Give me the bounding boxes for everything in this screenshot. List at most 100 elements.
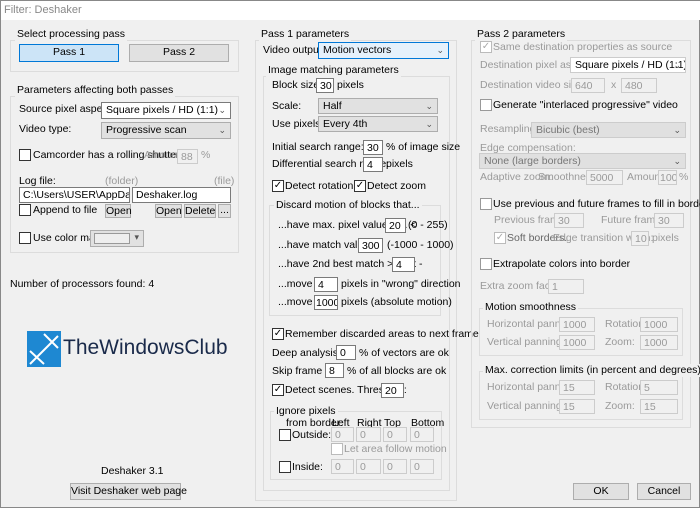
inside-left-input[interactable]: 0 [331,459,354,474]
use-pixels-label: Use pixels: [272,118,324,130]
inside-top-input[interactable]: 0 [383,459,407,474]
second-best-input[interactable]: 4 [392,257,415,272]
outside-checkbox[interactable] [279,429,291,441]
edge-comp-select[interactable]: None (large borders) ⌄ [479,153,686,169]
percent-label: % [201,149,211,161]
limit-v-pan-input[interactable]: 15 [559,399,595,414]
follow-motion-checkbox[interactable] [331,443,343,455]
rolling-shutter-checkbox[interactable] [19,149,31,161]
dest-width-input[interactable]: 640 [571,78,605,93]
color-mask-picker[interactable]: ▾ [90,230,144,247]
chevron-down-icon: ⌄ [218,105,226,115]
wrong-direction-unit: pixels in "wrong" direction [341,278,461,290]
scale-select[interactable]: Half ⌄ [318,98,438,114]
open-file-button[interactable]: Open [155,204,182,218]
open-folder-button[interactable]: Open [105,204,132,218]
inside-bottom-input[interactable]: 0 [410,459,434,474]
match-value-input[interactable]: 300 [358,238,383,253]
remember-checkbox[interactable]: ✓ [272,328,284,340]
detect-rotation-checkbox[interactable]: ✓ [272,180,284,192]
max-diff-input[interactable]: 20 [385,218,406,233]
deep-analysis-unit: % of vectors are ok [359,347,449,359]
scene-threshold-input[interactable]: 20 [381,383,404,398]
cancel-button[interactable]: Cancel [637,483,691,500]
v-pan-input[interactable]: 1000 [559,335,595,350]
limit-v-pan-label: Vertical panning: [487,400,565,412]
append-checkbox[interactable] [19,204,31,216]
block-size-unit: pixels [337,79,364,91]
dest-height-input[interactable]: 480 [621,78,657,93]
interlaced-checkbox[interactable] [480,99,492,111]
source-aspect-select[interactable]: Square pixels / HD (1:1) ⌄ [101,102,231,119]
limit-zoom-input[interactable]: 15 [640,399,678,414]
outside-bottom-input[interactable]: 0 [410,427,434,442]
use-prev-future-label: Use previous and future frames to fill i… [493,198,700,210]
use-prev-future-checkbox[interactable] [480,198,492,210]
thewindowsclub-logo: TheWindowsClub [27,331,237,367]
initial-search-input[interactable]: 30 [363,140,383,155]
motion-smoothness-label: Motion smoothness [483,301,579,314]
delete-button[interactable]: Delete [184,204,216,218]
skip-frame-input[interactable]: 8 [325,363,344,378]
visit-web-page-button[interactable]: Visit Deshaker web page [70,483,187,500]
pass1-button[interactable]: Pass 1 [19,44,119,62]
zoom-percent: % [679,171,689,183]
size-separator: x [611,79,617,91]
ok-button[interactable]: OK [573,483,629,500]
zoom-amount-input[interactable]: 100 [658,170,677,185]
detect-zoom-checkbox[interactable]: ✓ [354,180,366,192]
outside-left-input[interactable]: 0 [331,427,354,442]
inside-right-input[interactable]: 0 [356,459,381,474]
absolute-motion-unit: pixels (absolute motion) [341,296,452,308]
limit-h-pan-input[interactable]: 15 [559,380,595,395]
outside-top-input[interactable]: 0 [383,427,407,442]
video-type-select[interactable]: Progressive scan ⌄ [101,122,231,139]
pass1-group-label: Pass 1 parameters [259,28,352,41]
wrong-direction-input[interactable]: 4 [314,277,338,292]
inside-label: Inside: [292,461,323,473]
same-dest-checkbox[interactable]: ✓ [480,41,492,53]
same-dest-label: Same destination properties as source [493,41,673,53]
smoothness-input[interactable]: 5000 [586,170,623,185]
chevron-down-icon: ⌄ [436,45,444,55]
soft-borders-checkbox[interactable]: ✓ [494,232,506,244]
source-aspect-value: Square pixels / HD (1:1) [106,104,219,116]
future-frames-input[interactable]: 30 [654,213,684,228]
append-label: Append to file [33,204,98,216]
video-output-label: Video output: [263,44,325,56]
inside-checkbox[interactable] [279,461,291,473]
chevron-down-icon: ⌄ [673,156,681,166]
log-folder-input[interactable]: C:\Users\USER\AppData\Loc [19,187,130,203]
diff-search-input[interactable]: 4 [363,157,383,172]
amount-input[interactable]: 88 [177,149,198,164]
resampling-select[interactable]: Bicubic (best) ⌄ [531,122,686,138]
pass2-button[interactable]: Pass 2 [129,44,229,62]
video-output-select[interactable]: Motion vectors ⌄ [318,42,449,59]
color-mask-checkbox[interactable] [19,232,31,244]
previous-frames-input[interactable]: 30 [554,213,584,228]
deshaker-dialog: Filter: Deshaker Select processing pass … [0,0,700,508]
rotation-input[interactable]: 1000 [640,317,678,332]
extrapolate-checkbox[interactable] [480,258,492,270]
detect-scenes-checkbox[interactable]: ✓ [272,384,284,396]
absolute-motion-input[interactable]: 1000 [314,295,338,310]
outside-right-input[interactable]: 0 [356,427,381,442]
browse-button[interactable]: ... [218,204,231,218]
zoom-input[interactable]: 1000 [640,335,678,350]
initial-search-unit: % of image size [386,141,461,153]
extrapolate-label: Extrapolate colors into border [493,258,631,270]
limit-rotation-input[interactable]: 5 [640,380,678,395]
processing-pass-label: Select processing pass [15,28,127,41]
dest-aspect-select[interactable]: Square pixels / HD (1:1) ⌄ [570,57,686,73]
max-diff-range: (0 - 255) [408,219,448,231]
extra-zoom-input[interactable]: 1 [548,279,584,294]
deep-analysis-input[interactable]: 0 [336,345,356,360]
log-file-input[interactable]: Deshaker.log [132,187,231,203]
edge-width-input[interactable]: 10 [631,231,649,246]
initial-search-label: Initial search range: [272,141,364,153]
pass2-group-label: Pass 2 parameters [475,28,568,41]
scale-label: Scale: [272,100,302,112]
use-pixels-select[interactable]: Every 4th ⌄ [318,116,438,132]
block-size-input[interactable]: 30 [316,78,334,93]
h-pan-input[interactable]: 1000 [559,317,595,332]
